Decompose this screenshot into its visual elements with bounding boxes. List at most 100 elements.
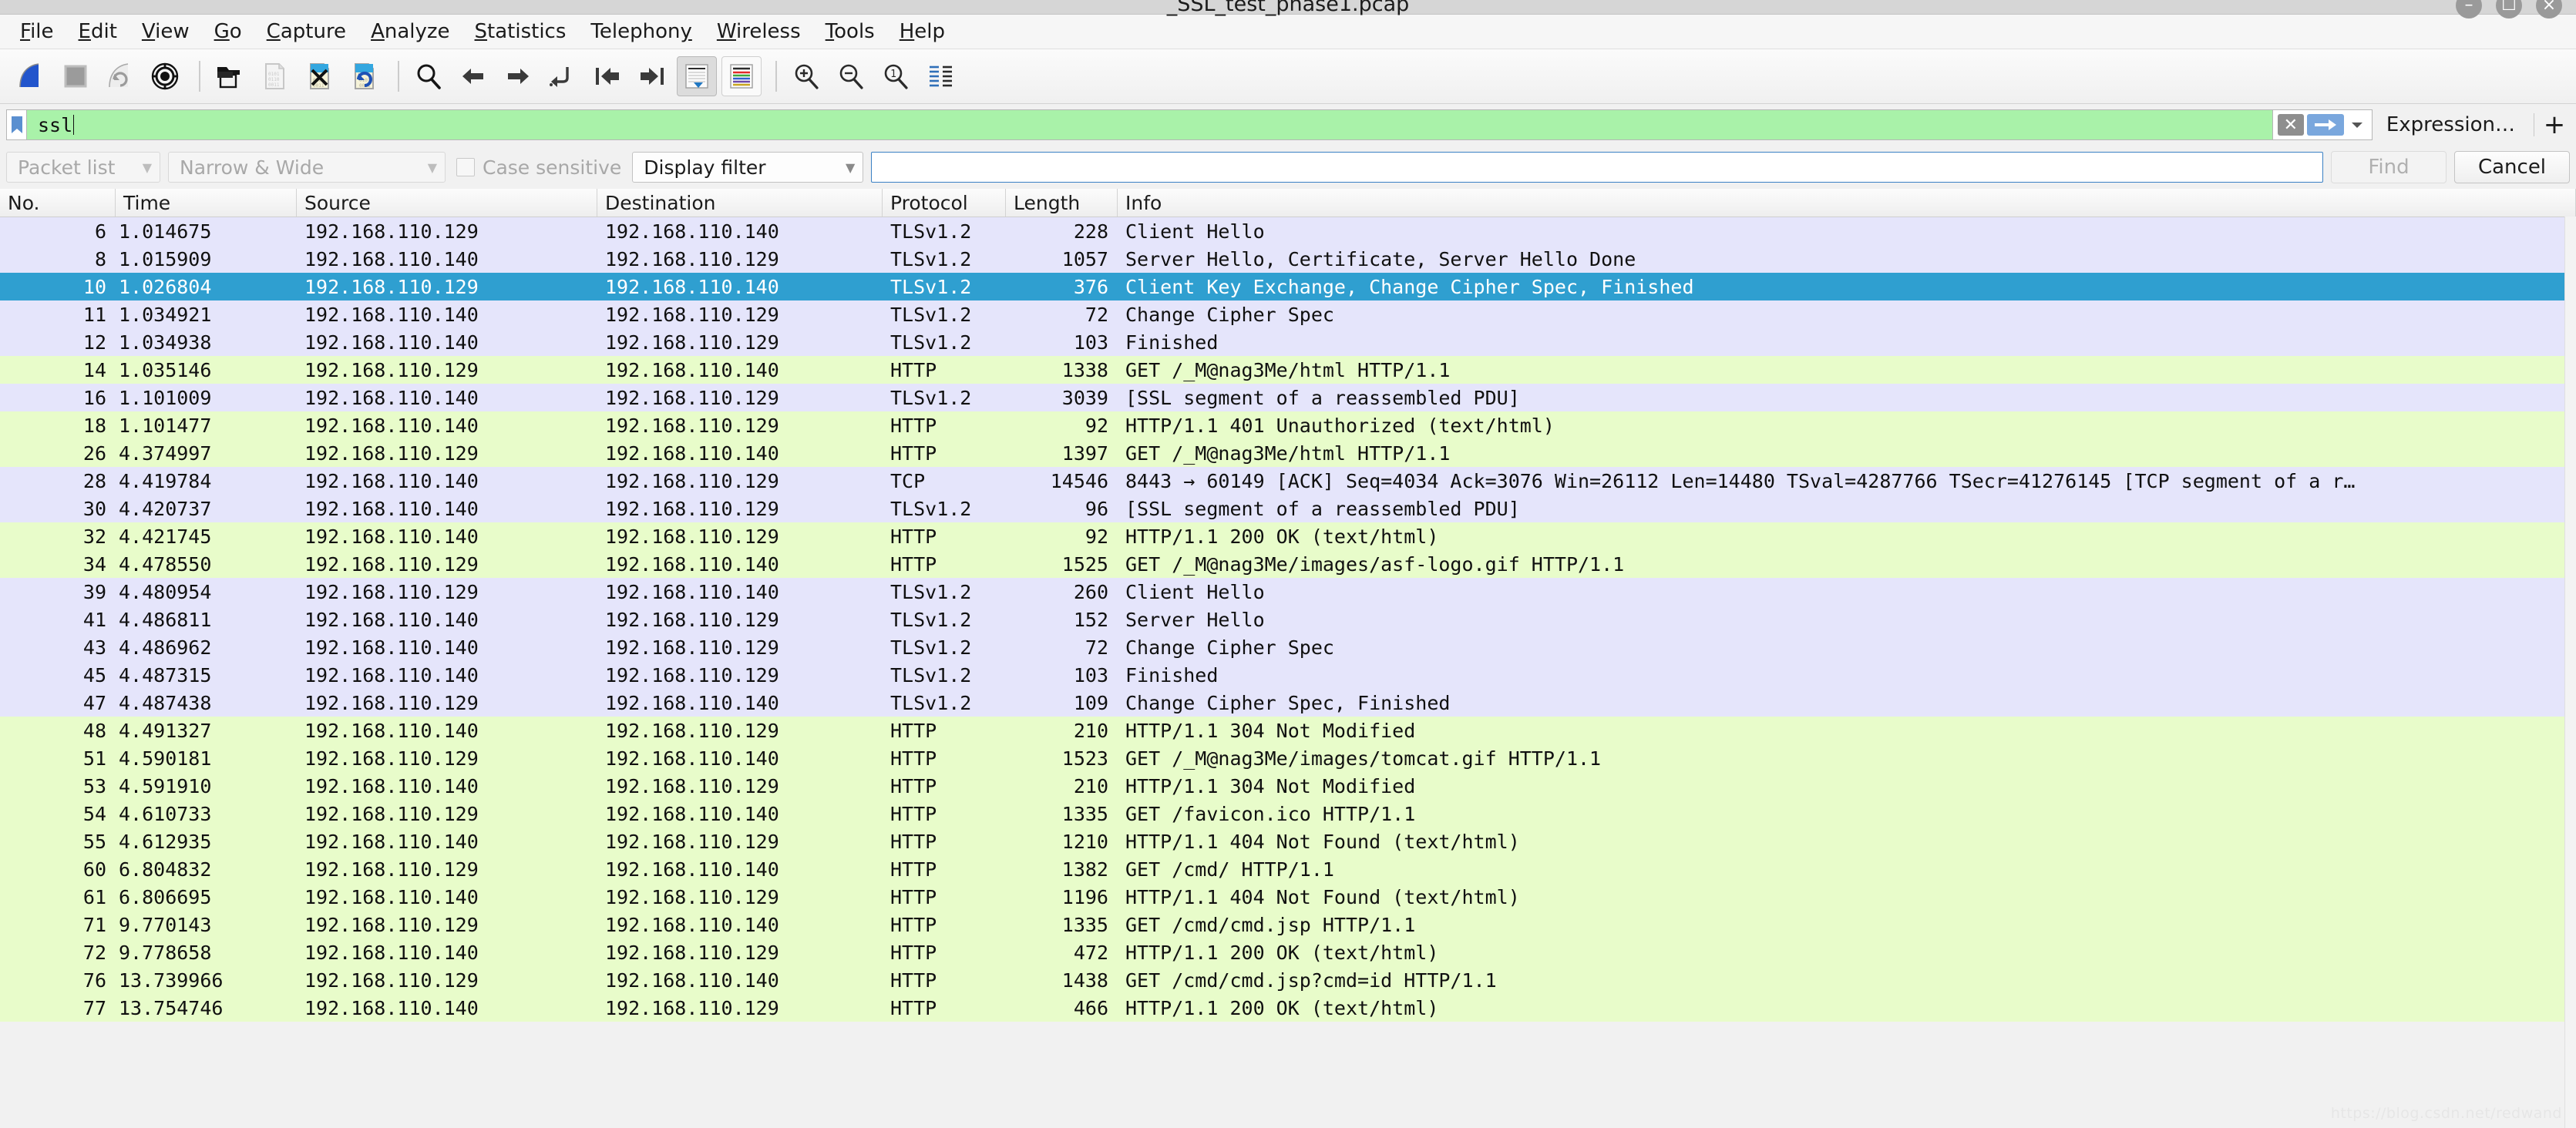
menu-item-help[interactable]: Help (887, 15, 957, 49)
case-sensitive-checkbox[interactable]: Case sensitive (453, 156, 624, 179)
menu-item-analyze[interactable]: Analyze (358, 15, 462, 49)
table-row[interactable]: 48 4.491327 192.168.110.140 192.168.110.129… (0, 717, 2576, 744)
colorize-packets-icon[interactable] (721, 56, 762, 96)
display-filter-input[interactable]: ssl (26, 109, 2273, 140)
table-row[interactable]: 14 1.035146 192.168.110.129 192.168.110.140… (0, 356, 2576, 384)
menu-item-view[interactable]: View (129, 15, 202, 49)
cell-no: 11 (82, 303, 106, 326)
table-row[interactable]: 71 9.770143 192.168.110.129 192.168.110.140… (0, 911, 2576, 938)
table-row[interactable]: 41 4.486811 192.168.110.140 192.168.110.129… (0, 606, 2576, 633)
char-set-combo[interactable]: Narrow & Wide ▼ (168, 152, 446, 183)
save-file-icon[interactable]: 0101 0110 0011 (254, 56, 294, 96)
table-row[interactable]: 8 1.015909 192.168.110.140 192.168.110.129 T… (0, 245, 2576, 273)
add-filter-button[interactable]: + (2539, 109, 2570, 140)
table-row[interactable]: 53 4.591910 192.168.110.140 192.168.110.129… (0, 772, 2576, 800)
filter-type-combo[interactable]: Display filter ▼ (632, 152, 864, 183)
go-to-first-packet-icon[interactable] (587, 56, 627, 96)
table-row[interactable]: 76 13.739966 192.168.110.129 192.168.110.14… (0, 966, 2576, 994)
table-row[interactable]: 43 4.486962 192.168.110.140 192.168.110.129… (0, 633, 2576, 661)
cell-time: 1.026804 (119, 275, 212, 298)
bookmark-icon[interactable] (6, 109, 26, 140)
table-row[interactable]: 32 4.421745 192.168.110.140 192.168.110.129… (0, 522, 2576, 550)
find-packet-icon[interactable] (409, 56, 449, 96)
table-row[interactable]: 11 1.034921 192.168.110.140 192.168.110.129… (0, 300, 2576, 328)
cell-source: 192.168.110.140 (304, 414, 479, 437)
reload-file-icon[interactable]: 0101 0011 (344, 56, 384, 96)
table-row[interactable]: 54 4.610733 192.168.110.129 192.168.110.140… (0, 800, 2576, 828)
menu-item-tools[interactable]: Tools (813, 15, 887, 49)
column-header-length[interactable]: Length (1006, 189, 1118, 217)
column-header-info[interactable]: Info (1118, 189, 2576, 217)
table-row[interactable]: 34 4.478550 192.168.110.129 192.168.110.140… (0, 550, 2576, 578)
cell-no: 61 (82, 885, 106, 908)
clear-filter-button[interactable]: ✕ (2277, 114, 2304, 136)
restart-capture-icon[interactable] (100, 56, 140, 96)
table-row[interactable]: 77 13.754746 192.168.110.140 192.168.110.12… (0, 994, 2576, 1022)
table-row[interactable]: 45 4.487315 192.168.110.140 192.168.110.129… (0, 661, 2576, 689)
table-row[interactable]: 72 9.778658 192.168.110.140 192.168.110.129… (0, 938, 2576, 966)
table-row[interactable]: 18 1.101477 192.168.110.140 192.168.110.129… (0, 411, 2576, 439)
table-row[interactable]: 61 6.806695 192.168.110.140 192.168.110.129… (0, 883, 2576, 911)
resize-columns-icon[interactable] (920, 56, 960, 96)
filter-history-dropdown[interactable] (2347, 114, 2367, 136)
column-header-time[interactable]: Time (116, 189, 297, 217)
table-row[interactable]: 16 1.101009 192.168.110.140 192.168.110.129… (0, 384, 2576, 411)
cell-source: 192.168.110.129 (304, 858, 479, 881)
maximize-button[interactable]: ☐ (2496, 0, 2522, 18)
menu-item-wireless[interactable]: Wireless (705, 15, 813, 49)
menu-item-capture[interactable]: Capture (254, 15, 358, 49)
menu-item-file[interactable]: File (8, 15, 66, 49)
close-button[interactable]: × (2536, 0, 2562, 18)
apply-filter-button[interactable] (2306, 114, 2344, 136)
cell-length: 3039 (1061, 386, 1108, 409)
zoom-in-icon[interactable] (786, 56, 826, 96)
go-forward-icon[interactable] (498, 56, 538, 96)
go-to-last-packet-icon[interactable] (632, 56, 672, 96)
find-search-input[interactable] (871, 152, 2323, 183)
cancel-button[interactable]: Cancel (2454, 151, 2570, 183)
zoom-out-icon[interactable] (831, 56, 871, 96)
table-row[interactable]: 28 4.419784 192.168.110.140 192.168.110.129… (0, 467, 2576, 495)
menu-item-edit[interactable]: Edit (66, 15, 129, 49)
table-row[interactable]: 51 4.590181 192.168.110.129 192.168.110.140… (0, 744, 2576, 772)
cell-length: 1335 (1061, 913, 1108, 936)
display-filter-value: ssl (38, 113, 73, 136)
table-row[interactable]: 26 4.374997 192.168.110.129 192.168.110.140… (0, 439, 2576, 467)
packet-list-rows[interactable]: 6 1.014675 192.168.110.129 192.168.110.140 T… (0, 217, 2576, 1128)
find-button[interactable]: Find (2331, 151, 2447, 183)
table-row[interactable]: 55 4.612935 192.168.110.140 192.168.110.129… (0, 828, 2576, 855)
packet-list-scrollbar[interactable] (2564, 217, 2576, 1128)
filter-expression-button[interactable]: Expression… (2373, 109, 2529, 140)
table-row[interactable]: 39 4.480954 192.168.110.129 192.168.110.140… (0, 578, 2576, 606)
cell-time: 9.778658 (119, 941, 212, 964)
go-back-icon[interactable] (453, 56, 493, 96)
menu-item-go[interactable]: Go (202, 15, 254, 49)
column-header-source[interactable]: Source (297, 189, 597, 217)
start-capture-icon[interactable] (11, 56, 51, 96)
auto-scroll-icon[interactable] (677, 56, 717, 96)
cell-no: 26 (82, 441, 106, 465)
stop-capture-icon[interactable] (55, 56, 96, 96)
minimize-button[interactable]: – (2456, 0, 2482, 18)
cell-length: 1196 (1061, 885, 1108, 908)
menu-item-telephony[interactable]: Telephony (578, 15, 704, 49)
table-row[interactable]: 47 4.487438 192.168.110.129 192.168.110.140… (0, 689, 2576, 717)
zoom-reset-icon[interactable]: 1 (876, 56, 916, 96)
open-file-icon[interactable] (210, 56, 250, 96)
cell-no: 72 (82, 941, 106, 964)
column-header-no[interactable]: No. (0, 189, 116, 217)
table-row[interactable]: 12 1.034938 192.168.110.140 192.168.110.129… (0, 328, 2576, 356)
table-row[interactable]: 6 1.014675 192.168.110.129 192.168.110.140 T… (0, 217, 2576, 245)
table-row[interactable]: 60 6.804832 192.168.110.129 192.168.110.140… (0, 855, 2576, 883)
search-in-combo[interactable]: Packet list ▼ (6, 152, 160, 183)
close-file-icon[interactable]: 01010011 (299, 56, 339, 96)
table-row[interactable]: 10 1.026804 192.168.110.129 192.168.110.140… (0, 273, 2576, 300)
column-header-destination[interactable]: Destination (597, 189, 883, 217)
capture-options-icon[interactable] (145, 56, 185, 96)
cell-length: 1397 (1061, 441, 1108, 465)
menu-item-statistics[interactable]: Statistics (462, 15, 579, 49)
go-to-packet-icon[interactable] (543, 56, 583, 96)
column-header-protocol[interactable]: Protocol (883, 189, 1006, 217)
table-row[interactable]: 30 4.420737 192.168.110.140 192.168.110.129… (0, 495, 2576, 522)
cell-time: 1.034938 (119, 331, 212, 354)
